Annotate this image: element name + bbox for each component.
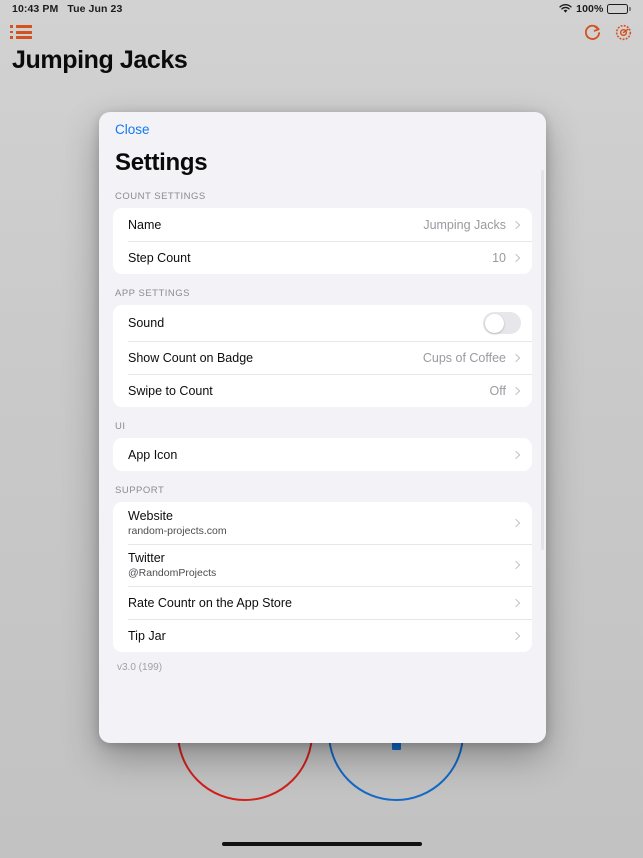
chevron-right-icon (511, 386, 521, 395)
row-text: Sound (128, 316, 164, 330)
row-accessory (511, 631, 521, 640)
app-toolbar (0, 18, 643, 46)
settings-row[interactable]: Rate Countr on the App Store (113, 586, 532, 619)
row-accessory (483, 312, 521, 334)
settings-row[interactable]: Name Jumping Jacks (113, 208, 532, 241)
row-accessory: Off (490, 384, 521, 398)
row-label: Tip Jar (128, 628, 166, 643)
settings-group: Website random-projects.com Twitter @Random… (113, 502, 532, 652)
chevron-right-icon (511, 353, 521, 362)
settings-row[interactable]: Show Count on Badge Cups of Coffee (113, 341, 532, 374)
scrollbar[interactable] (540, 170, 544, 703)
settings-row[interactable]: Swipe to Count Off (113, 374, 532, 407)
row-subtitle: @RandomProjects (128, 567, 217, 579)
chevron-right-icon (511, 450, 521, 459)
sound-toggle[interactable] (483, 312, 521, 334)
row-accessory: Cups of Coffee (423, 351, 521, 365)
row-text: Twitter @RandomProjects (128, 551, 216, 579)
toggle-knob (484, 313, 504, 333)
row-label: Show Count on Badge (128, 350, 254, 365)
gear-icon[interactable] (614, 23, 633, 42)
chevron-right-icon (511, 220, 521, 229)
row-label: Name (128, 217, 162, 232)
row-label: Website (128, 509, 173, 523)
status-date: Tue Jun 23 (67, 3, 123, 15)
settings-group: App Icon (113, 438, 532, 471)
row-text: Step Count (128, 251, 191, 265)
status-time: 10:43 PM (12, 3, 59, 15)
section-header: SUPPORT (115, 485, 165, 496)
row-text: Swipe to Count (128, 384, 213, 398)
settings-group: Name Jumping Jacks Step Count 10 (113, 208, 532, 274)
scrollbar-thumb[interactable] (540, 170, 544, 550)
section-header: UI (115, 421, 126, 432)
close-button[interactable]: Close (99, 112, 150, 137)
row-text: App Icon (128, 448, 177, 462)
settings-title: Settings (115, 149, 208, 176)
chevron-right-icon (511, 598, 521, 607)
row-text: Tip Jar (128, 629, 166, 643)
settings-row[interactable]: Twitter @RandomProjects (113, 544, 532, 586)
chevron-right-icon (511, 518, 521, 528)
row-label: Swipe to Count (128, 383, 213, 398)
list-icon[interactable] (10, 24, 32, 40)
row-accessory (511, 560, 521, 570)
chevron-right-icon (511, 253, 521, 262)
row-label: Step Count (128, 250, 191, 265)
settings-sections: COUNT SETTINGS Name Jumping Jacks Step Coun… (99, 177, 546, 652)
battery-icon (607, 4, 631, 14)
settings-row[interactable]: Step Count 10 (113, 241, 532, 274)
page-title: Jumping Jacks (12, 46, 188, 74)
settings-scroll-area: Close Settings COUNT SETTINGS Name Jumping… (99, 112, 546, 743)
version-label: v3.0 (199) (117, 662, 163, 673)
row-accessory: Jumping Jacks (423, 218, 521, 232)
row-value: Off (489, 383, 506, 398)
row-text: Name (128, 218, 161, 232)
row-text: Website random-projects.com (128, 509, 227, 537)
chevron-right-icon (511, 560, 521, 570)
settings-row[interactable]: Sound (113, 305, 532, 341)
row-text: Rate Countr on the App Store (128, 596, 292, 610)
row-value: 10 (492, 250, 506, 265)
settings-group: Sound Show Count on Badge Cups of Coffee Sw… (113, 305, 532, 407)
row-accessory (511, 518, 521, 528)
settings-row[interactable]: Tip Jar (113, 619, 532, 652)
status-bar: 10:43 PM Tue Jun 23 100% (0, 0, 643, 18)
reset-circular-arrow-icon[interactable] (583, 23, 602, 42)
row-value: Jumping Jacks (423, 217, 506, 232)
settings-modal: Close Settings COUNT SETTINGS Name Jumping… (99, 112, 546, 743)
row-subtitle: random-projects.com (128, 525, 227, 537)
row-accessory: 10 (492, 251, 521, 265)
row-label: Twitter (128, 551, 165, 565)
row-label: Rate Countr on the App Store (128, 595, 292, 610)
home-indicator[interactable] (221, 842, 422, 846)
row-accessory (511, 450, 521, 459)
row-label: Sound (128, 316, 165, 330)
row-accessory (511, 598, 521, 607)
wifi-icon (559, 4, 572, 14)
section-header: COUNT SETTINGS (115, 191, 206, 202)
section-header: APP SETTINGS (115, 288, 190, 299)
row-text: Show Count on Badge (128, 351, 253, 365)
row-value: Cups of Coffee (422, 350, 506, 365)
settings-row[interactable]: Website random-projects.com (113, 502, 532, 544)
battery-percent-label: 100% (576, 3, 604, 15)
settings-row[interactable]: App Icon (113, 438, 532, 471)
row-label: App Icon (128, 447, 178, 462)
chevron-right-icon (511, 631, 521, 640)
